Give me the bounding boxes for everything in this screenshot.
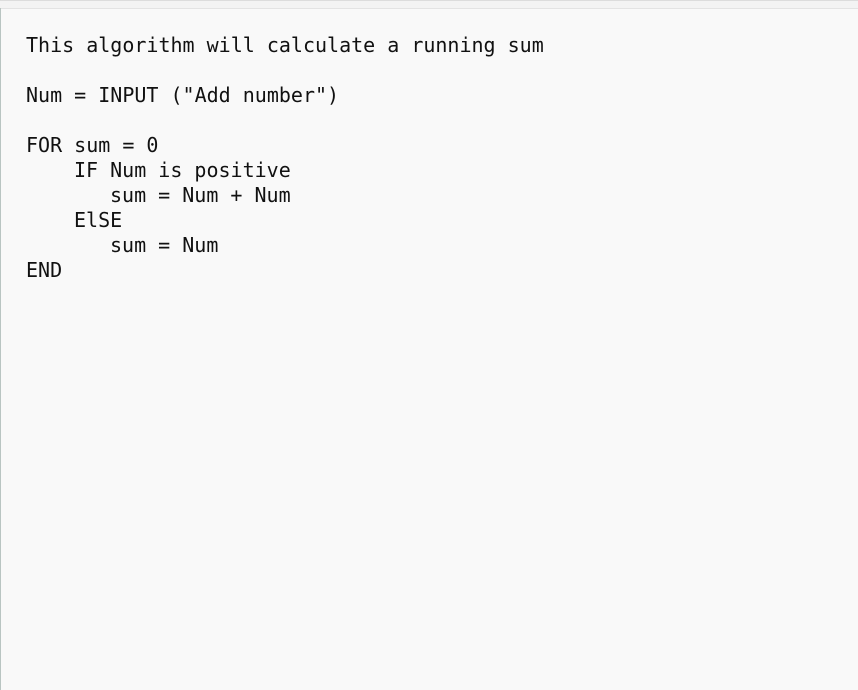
window-left-border [0,8,1,690]
code-line-6: IF Num is positive [74,158,291,182]
code-line-8: ElSE [74,208,123,232]
code-line-9: sum = Num [110,233,219,257]
code-line-5: FOR sum = 0 [26,133,159,157]
code-line-7: sum = Num + Num [110,183,291,207]
text-document-window: This algorithm will calculate a running … [0,0,858,690]
code-line-10: END [26,258,63,282]
code-text-area[interactable]: This algorithm will calculate a running … [26,33,826,653]
code-line-1: This algorithm will calculate a running … [26,33,544,57]
code-line-3: Num = INPUT ("Add number") [26,83,340,107]
window-top-edge [0,1,858,9]
